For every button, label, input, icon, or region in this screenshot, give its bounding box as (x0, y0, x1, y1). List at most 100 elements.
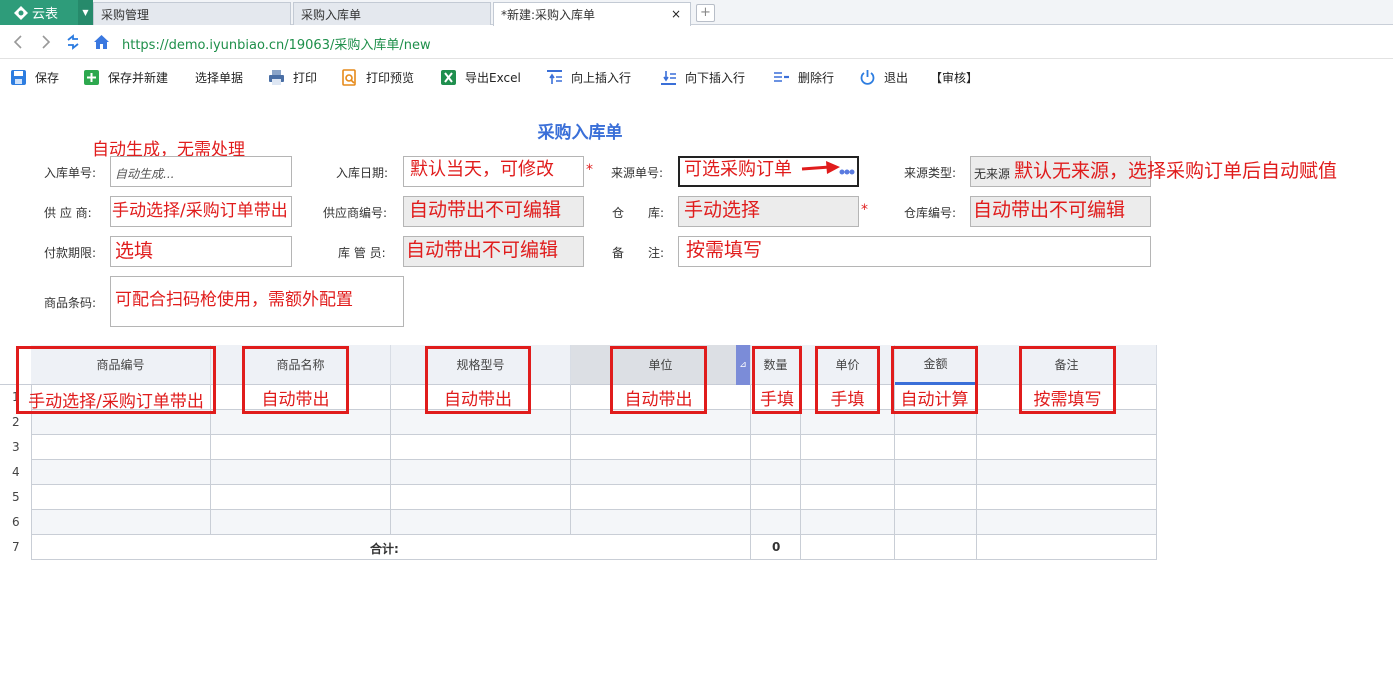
annotation-date: 默认当天，可修改 (410, 159, 554, 180)
grid-cell[interactable] (571, 460, 751, 485)
grid-cell[interactable] (801, 485, 895, 510)
annotation-source-type: 默认无来源，选择采购订单后自动赋值 (1014, 160, 1338, 182)
column-resize-icon[interactable]: ⊿ (736, 345, 750, 385)
grid-cell[interactable] (391, 460, 571, 485)
grid-cell[interactable] (31, 435, 211, 460)
required-mark: * (586, 162, 593, 178)
grid-cell[interactable] (895, 535, 977, 560)
delete-row-button[interactable]: 删除行 (773, 69, 834, 86)
tab-new-purchase-inbound[interactable]: *新建:采购入库单 × (493, 2, 691, 26)
grid-cell[interactable] (211, 485, 391, 510)
grid-cell[interactable] (391, 510, 571, 535)
refresh-icon[interactable] (65, 34, 81, 50)
supplier-label: 供 应 商: (44, 206, 92, 220)
column-annotation: 手动选择/采购订单带出 (28, 392, 204, 412)
exit-button[interactable]: 退出 (859, 69, 908, 86)
grid-cell[interactable] (801, 460, 895, 485)
power-icon (860, 70, 875, 85)
audit-button[interactable]: 【审核】 (930, 69, 978, 86)
save-new-button[interactable]: 保存并新建 (83, 69, 168, 86)
annotation-box: 按需填写 (1019, 346, 1116, 414)
home-icon[interactable] (93, 34, 110, 50)
grid-cell[interactable] (391, 435, 571, 460)
grid-cell[interactable] (977, 535, 1157, 560)
total-label-cell: 合计: (31, 535, 751, 560)
back-icon[interactable] (12, 35, 24, 49)
grid-cell[interactable] (391, 485, 571, 510)
tab-purchase-inbound[interactable]: 采购入库单 (293, 2, 491, 25)
doc-no-label: 入库单号: (44, 166, 97, 180)
delete-row-icon (774, 72, 789, 82)
grid-cell[interactable] (895, 435, 977, 460)
print-preview-button[interactable]: 打印预览 (341, 69, 414, 86)
date-label: 入库日期: (336, 166, 389, 180)
source-type-label: 来源类型: (904, 166, 957, 180)
address-bar: https://demo.iyunbiao.cn/19063/采购入库单/new (0, 26, 1393, 59)
supplier-code-label: 供应商编号: (323, 206, 388, 220)
warehouse-code-label: 仓库编号: (904, 206, 957, 220)
new-tab-button[interactable]: + (696, 4, 715, 22)
insert-down-icon (661, 71, 676, 85)
annotation-barcode: 可配合扫码枪使用，需额外配置 (115, 290, 353, 310)
grid-cell[interactable] (571, 435, 751, 460)
close-icon[interactable]: × (671, 7, 681, 21)
save-button[interactable]: 保存 (10, 69, 59, 86)
app-name: 云表 (32, 7, 59, 22)
row-number: 4 (12, 465, 20, 479)
grid-cell[interactable] (571, 485, 751, 510)
grid-cell[interactable] (895, 510, 977, 535)
select-doc-button[interactable]: 选择单据 (195, 69, 243, 86)
grid-cell[interactable] (571, 510, 751, 535)
grid-cell[interactable] (31, 460, 211, 485)
grid-cell[interactable] (895, 485, 977, 510)
insert-up-button[interactable]: 向上插入行 (546, 69, 631, 86)
annotation-warehouse: 手动选择 (684, 199, 761, 221)
doc-no-field[interactable]: 自动生成... (110, 156, 292, 187)
grid-cell[interactable] (801, 510, 895, 535)
grid-cell[interactable] (211, 460, 391, 485)
grid-cell[interactable] (801, 535, 895, 560)
keeper-label: 库 管 员: (338, 246, 386, 260)
column-annotation: 手填 (760, 390, 794, 410)
total-qty-cell: 0 (751, 535, 801, 560)
grid-cell[interactable] (751, 435, 801, 460)
total-label: 合计: (370, 542, 399, 556)
grid-cell[interactable] (31, 485, 211, 510)
grid-cell[interactable] (751, 460, 801, 485)
toolbar: 保存 保存并新建 选择单据 打印 打印预览 导出Excel 向上插入行 向下插入… (0, 60, 1393, 93)
grid-cell[interactable] (211, 435, 391, 460)
annotation-supplier: 手动选择/采购订单带出 (112, 201, 288, 221)
column-annotation: 自动带出 (444, 390, 512, 410)
grid-cell[interactable] (31, 510, 211, 535)
remark-label: 备 注: (612, 246, 665, 260)
annotation-warehouse-code: 自动带出不可编辑 (973, 199, 1126, 221)
forward-icon[interactable] (40, 35, 52, 49)
save-icon (11, 70, 26, 85)
add-icon (84, 70, 99, 85)
row-number: 7 (12, 540, 20, 554)
app-dropdown-icon[interactable]: ▼ (78, 0, 93, 25)
grid-cell[interactable] (895, 460, 977, 485)
grid-cell[interactable] (211, 510, 391, 535)
annotation-keeper: 自动带出不可编辑 (406, 239, 559, 261)
insert-down-button[interactable]: 向下插入行 (660, 69, 745, 86)
grid-cell[interactable] (801, 435, 895, 460)
annotation-box: 手填 (815, 346, 880, 414)
grid-cell[interactable] (751, 510, 801, 535)
url-text[interactable]: https://demo.iyunbiao.cn/19063/采购入库单/new (122, 34, 431, 53)
app-menu-button[interactable]: 云表 (0, 0, 78, 25)
grid-cell[interactable] (977, 460, 1157, 485)
grid-cell[interactable] (977, 435, 1157, 460)
insert-up-icon (547, 70, 562, 84)
grid-cell[interactable] (751, 485, 801, 510)
export-excel-button[interactable]: 导出Excel (440, 69, 521, 86)
grid-cell[interactable] (977, 485, 1157, 510)
doc-no-placeholder: 自动生成... (115, 167, 175, 181)
grid-cell[interactable] (977, 510, 1157, 535)
tab-purchase-mgmt[interactable]: 采购管理 (93, 2, 291, 25)
row-number: 3 (12, 440, 20, 454)
annotation-box: 自动带出 (425, 346, 531, 414)
print-button[interactable]: 打印 (268, 69, 317, 86)
row-number: 5 (12, 490, 20, 504)
required-mark: * (861, 202, 868, 218)
